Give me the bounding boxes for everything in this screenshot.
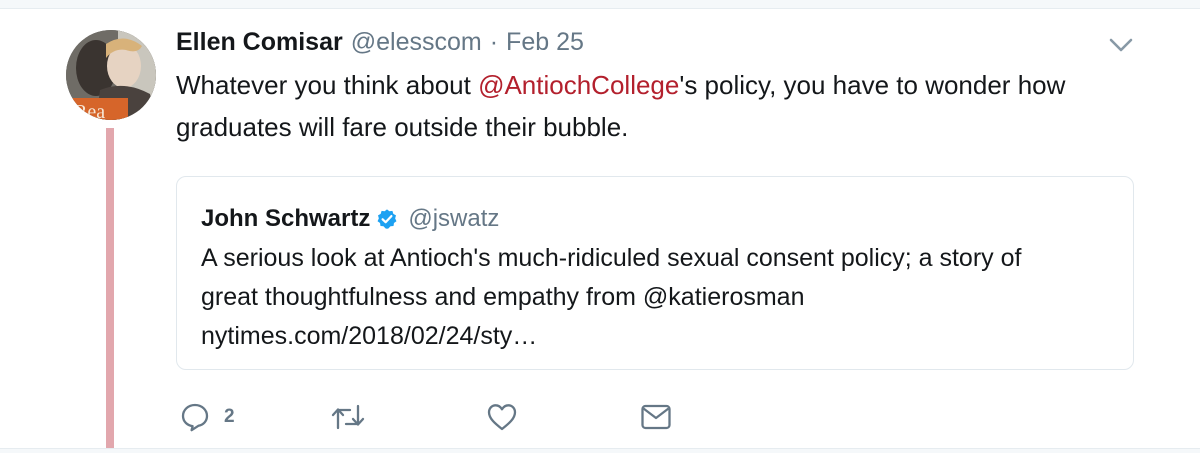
reply-icon <box>181 403 209 432</box>
avatar[interactable]: Rea <box>66 30 156 120</box>
quoted-text-line: A serious look at Antioch's much-ridicul… <box>201 244 1022 272</box>
message-icon <box>641 404 671 430</box>
author-handle[interactable]: @elesscom <box>351 28 482 57</box>
retweet-button[interactable] <box>330 400 366 434</box>
quoted-tweet-text: A serious look at Antioch's much-ridicul… <box>201 239 1121 356</box>
tweet-date[interactable]: Feb 25 <box>506 28 584 57</box>
tweet-text: Whatever you think about @AntiochCollege… <box>176 64 1136 148</box>
tweet-header: Ellen Comisar @elesscom · Feb 25 <box>176 28 584 58</box>
quoted-text-line: great thoughtfulness and empathy from @k… <box>201 283 805 311</box>
separator-dot: · <box>489 28 499 56</box>
like-button[interactable] <box>486 400 518 434</box>
like-icon <box>487 404 517 431</box>
quoted-link[interactable]: nytimes.com/2018/02/24/sty… <box>201 317 1121 356</box>
author-name[interactable]: Ellen Comisar <box>176 28 343 57</box>
mention-link[interactable]: @AntiochCollege <box>478 70 679 100</box>
tweet-text-before: Whatever you think about <box>176 70 479 100</box>
verified-badge-icon <box>377 209 397 229</box>
quoted-tweet-card[interactable]: John Schwartz @jswatz A serious look at … <box>176 176 1134 370</box>
quoted-tweet-header: John Schwartz @jswatz <box>201 205 499 233</box>
reply-count: 2 <box>224 406 235 427</box>
chevron-down-icon[interactable] <box>1108 36 1134 54</box>
message-button[interactable] <box>640 400 672 434</box>
quoted-author-name: John Schwartz <box>201 205 371 232</box>
retweet-icon <box>331 404 365 430</box>
bottom-divider <box>0 448 1200 453</box>
top-divider <box>0 0 1200 9</box>
thread-line <box>106 128 114 450</box>
avatar-image: Rea <box>66 30 156 120</box>
avatar-text: Rea <box>74 101 105 120</box>
reply-button[interactable]: 2 <box>180 400 235 434</box>
quoted-author-handle: @jswatz <box>408 205 500 232</box>
